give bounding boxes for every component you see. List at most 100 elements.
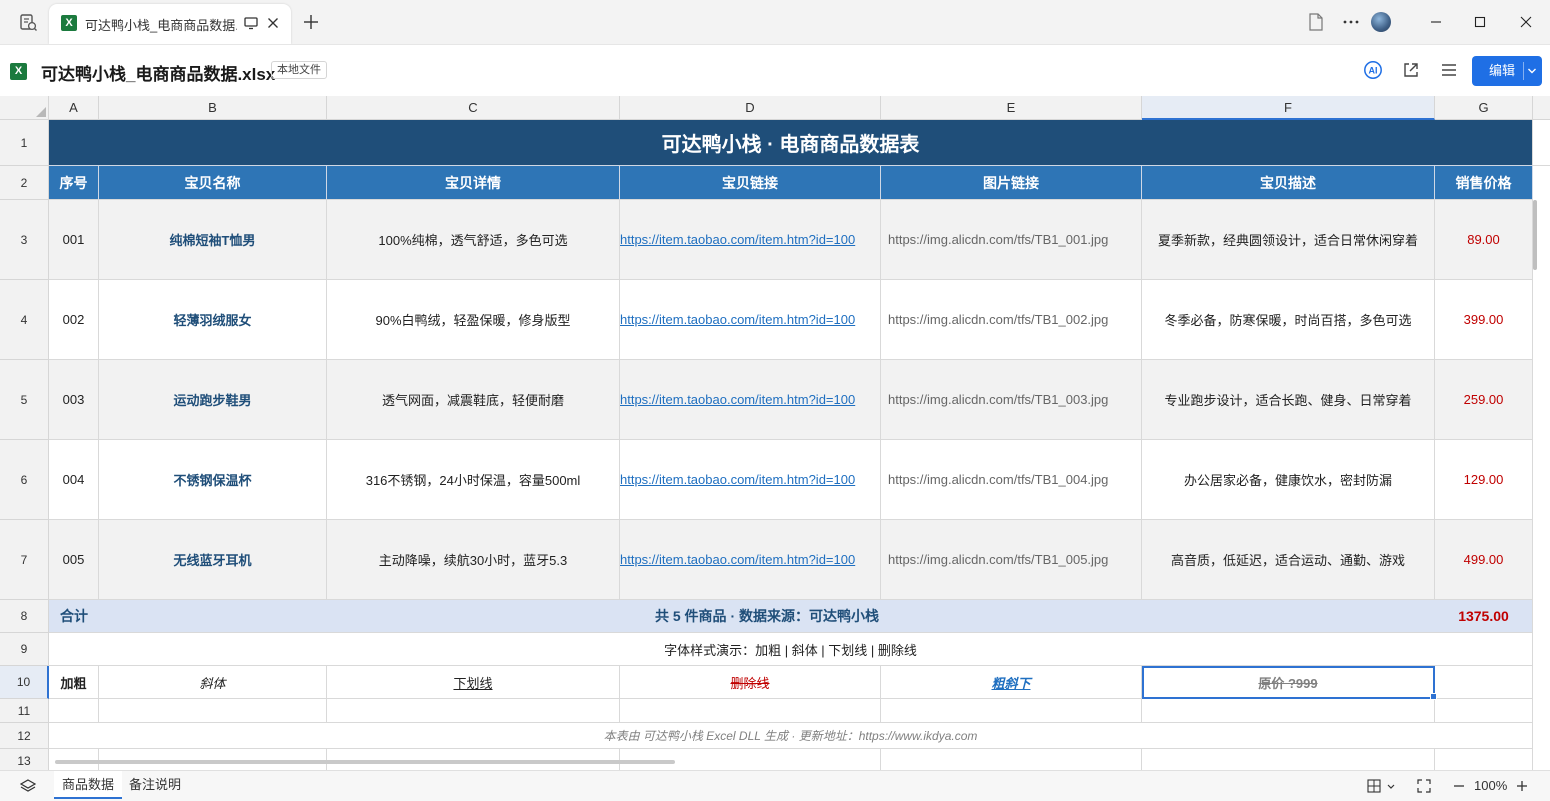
bold-demo-cell[interactable]: 加粗 <box>49 666 99 699</box>
product-price-cell[interactable]: 499.00 <box>1435 520 1533 600</box>
combo-style-demo-cell[interactable]: 粗斜下 <box>881 666 1142 699</box>
row-header-2[interactable]: 2 <box>0 166 49 200</box>
empty-cell[interactable] <box>99 699 327 723</box>
footer-note-cell[interactable]: 本表由 可达鸭小栈 Excel DLL 生成 · 更新地址：https://ww… <box>49 723 1533 749</box>
product-image-cell[interactable]: https://img.alicdn.com/tfs/TB1_005.jpg <box>881 520 1142 600</box>
product-price-cell[interactable]: 259.00 <box>1435 360 1533 440</box>
product-detail-cell[interactable]: 主动降噪，续航30小时，蓝牙5.3 <box>327 520 620 600</box>
product-id-cell[interactable]: 003 <box>49 360 99 440</box>
product-desc-cell[interactable]: 办公居家必备，健康饮水，密封防漏 <box>1142 440 1435 520</box>
empty-cell[interactable] <box>881 749 1142 770</box>
product-detail-cell[interactable]: 100%纯棉，透气舒适，多色可选 <box>327 200 620 280</box>
product-image-cell[interactable]: https://img.alicdn.com/tfs/TB1_004.jpg <box>881 440 1142 520</box>
product-desc-cell[interactable]: 夏季新款，经典圆领设计，适合日常休闲穿着 <box>1142 200 1435 280</box>
row-header-6[interactable]: 6 <box>0 440 49 520</box>
zoom-in-icon[interactable] <box>1515 779 1529 793</box>
strikethrough-demo-cell[interactable]: 删除线 <box>620 666 881 699</box>
document-tab[interactable]: X 可达鸭小栈_电商商品数据.xlsx <box>49 4 291 44</box>
product-name-cell[interactable]: 不锈钢保温杯 <box>99 440 327 520</box>
total-summary-cell[interactable]: 共 5 件商品 · 数据来源：可达鸭小栈 <box>99 600 1435 633</box>
tab-close-icon[interactable] <box>265 15 281 31</box>
row-header-13[interactable]: 13 <box>0 749 49 770</box>
header-cell-image[interactable]: 图片链接 <box>881 166 1142 200</box>
column-header-f[interactable]: F <box>1142 96 1435 120</box>
row-header-4[interactable]: 4 <box>0 280 49 360</box>
total-price-cell[interactable]: 1375.00 <box>1435 600 1533 633</box>
underline-demo-cell[interactable]: 下划线 <box>327 666 620 699</box>
row-header-1[interactable]: 1 <box>0 120 49 166</box>
product-id-cell[interactable]: 005 <box>49 520 99 600</box>
header-cell-price[interactable]: 销售价格 <box>1435 166 1533 200</box>
empty-cell[interactable] <box>1142 749 1435 770</box>
product-link-cell[interactable]: https://item.taobao.com/item.htm?id=100 <box>620 360 881 440</box>
open-external-icon[interactable] <box>1402 61 1420 79</box>
empty-cell[interactable] <box>1435 749 1533 770</box>
vertical-scrollbar[interactable] <box>1533 200 1537 270</box>
row-header-12[interactable]: 12 <box>0 723 49 749</box>
empty-cell[interactable] <box>327 699 620 723</box>
menu-icon[interactable] <box>1440 61 1458 79</box>
product-link-cell[interactable]: https://item.taobao.com/item.htm?id=100 <box>620 280 881 360</box>
document-icon[interactable] <box>1308 13 1324 31</box>
select-all-corner[interactable] <box>0 96 49 120</box>
chevron-down-icon[interactable] <box>1527 67 1537 75</box>
product-name-cell[interactable]: 运动跑步鞋男 <box>99 360 327 440</box>
product-image-cell[interactable]: https://img.alicdn.com/tfs/TB1_002.jpg <box>881 280 1142 360</box>
product-image-cell[interactable]: https://img.alicdn.com/tfs/TB1_003.jpg <box>881 360 1142 440</box>
column-header-e[interactable]: E <box>881 96 1142 120</box>
product-desc-cell[interactable]: 冬季必备，防寒保暖，时尚百搭，多色可选 <box>1142 280 1435 360</box>
zoom-level[interactable]: 100% <box>1474 778 1507 793</box>
row-header-3[interactable]: 3 <box>0 200 49 280</box>
header-cell-name[interactable]: 宝贝名称 <box>99 166 327 200</box>
app-menu-icon[interactable] <box>18 12 38 32</box>
product-image-cell[interactable]: https://img.alicdn.com/tfs/TB1_001.jpg <box>881 200 1142 280</box>
cell-g10[interactable] <box>1435 666 1533 699</box>
row-header-11[interactable]: 11 <box>0 699 49 723</box>
minimize-icon[interactable] <box>1426 12 1446 32</box>
product-price-cell[interactable]: 89.00 <box>1435 200 1533 280</box>
empty-cell[interactable] <box>49 699 99 723</box>
more-options-icon[interactable] <box>1342 13 1360 31</box>
product-link-cell[interactable]: https://item.taobao.com/item.htm?id=100 <box>620 200 881 280</box>
ai-assistant-icon[interactable]: AI <box>1363 60 1383 80</box>
total-label-cell[interactable]: 合计 <box>49 600 99 633</box>
maximize-icon[interactable] <box>1470 12 1490 32</box>
cell-h1[interactable] <box>1533 120 1550 166</box>
sheet-tab-notes[interactable]: 备注说明 <box>121 771 189 799</box>
product-desc-cell[interactable]: 专业跑步设计，适合长跑、健身、日常穿着 <box>1142 360 1435 440</box>
product-desc-cell[interactable]: 高音质，低延迟，适合运动、通勤、游戏 <box>1142 520 1435 600</box>
horizontal-scrollbar[interactable] <box>55 760 675 764</box>
row-header-9[interactable]: 9 <box>0 633 49 666</box>
column-header-b[interactable]: B <box>99 96 327 120</box>
empty-cell[interactable] <box>1435 699 1533 723</box>
header-cell-id[interactable]: 序号 <box>49 166 99 200</box>
fill-handle[interactable] <box>1430 693 1437 700</box>
product-id-cell[interactable]: 001 <box>49 200 99 280</box>
row-header-7[interactable]: 7 <box>0 520 49 600</box>
edit-button[interactable]: 编辑 <box>1472 56 1542 86</box>
column-header-g[interactable]: G <box>1435 96 1533 120</box>
sheet-tab-products[interactable]: 商品数据 <box>54 771 123 799</box>
product-link-cell[interactable]: https://item.taobao.com/item.htm?id=100 <box>620 440 881 520</box>
product-id-cell[interactable]: 004 <box>49 440 99 520</box>
product-detail-cell[interactable]: 透气网面，减震鞋底，轻便耐磨 <box>327 360 620 440</box>
product-name-cell[interactable]: 纯棉短袖T恤男 <box>99 200 327 280</box>
close-window-icon[interactable] <box>1516 12 1536 32</box>
font-demo-title-cell[interactable]: 字体样式演示：加粗 | 斜体 | 下划线 | 删除线 <box>49 633 1533 666</box>
chevron-down-icon[interactable] <box>1386 779 1396 793</box>
product-link-cell[interactable]: https://item.taobao.com/item.htm?id=100 <box>620 520 881 600</box>
zoom-out-icon[interactable] <box>1452 779 1466 793</box>
new-tab-icon[interactable] <box>302 13 320 31</box>
spreadsheet-grid[interactable]: A B C D E F G 1 2 3 4 5 6 7 8 9 10 11 12… <box>0 96 1550 770</box>
product-detail-cell[interactable]: 316不锈钢，24小时保温，容量500ml <box>327 440 620 520</box>
column-header-d[interactable]: D <box>620 96 881 120</box>
product-price-cell[interactable]: 129.00 <box>1435 440 1533 520</box>
header-cell-desc[interactable]: 宝贝描述 <box>1142 166 1435 200</box>
fullscreen-icon[interactable] <box>1417 779 1431 793</box>
product-name-cell[interactable]: 轻薄羽绒服女 <box>99 280 327 360</box>
selected-strike-price-cell[interactable]: 原价 ?999 <box>1142 666 1435 699</box>
grid-view-icon[interactable] <box>1367 779 1381 793</box>
column-header-c[interactable]: C <box>327 96 620 120</box>
row-header-10[interactable]: 10 <box>0 666 49 699</box>
product-price-cell[interactable]: 399.00 <box>1435 280 1533 360</box>
